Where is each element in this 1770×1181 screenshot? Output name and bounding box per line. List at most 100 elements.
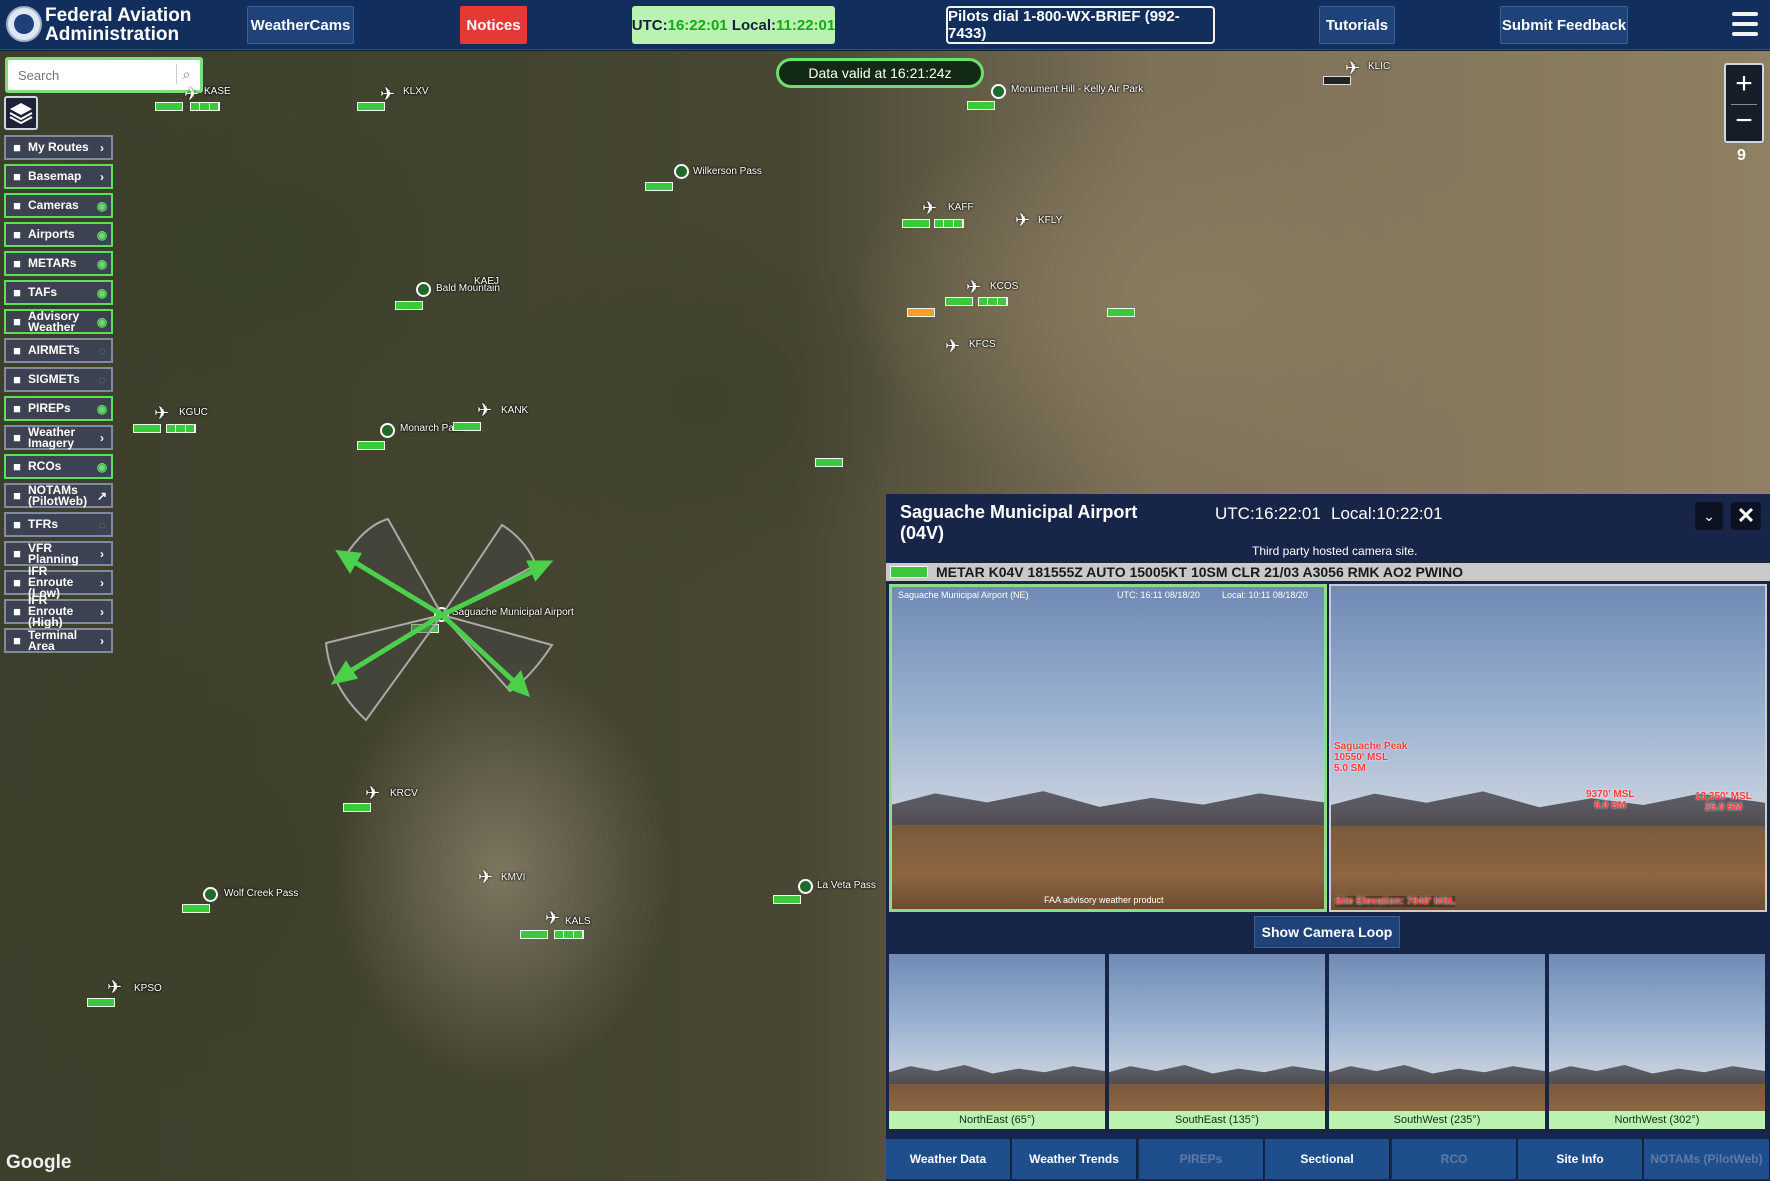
metar-marker[interactable]: [453, 422, 481, 431]
sidebar-item-airmets[interactable]: ■ AIRMETs ◌: [4, 338, 113, 363]
weathercams-button[interactable]: WeatherCams: [247, 6, 354, 44]
search-input[interactable]: [5, 57, 203, 93]
metar-marker[interactable]: [357, 441, 385, 450]
camera-circle-icon[interactable]: [674, 164, 689, 179]
submit-feedback-button[interactable]: Submit Feedback: [1500, 6, 1628, 44]
taf-marker[interactable]: [978, 297, 1008, 306]
metar-marker[interactable]: [902, 219, 930, 228]
sidebar-item-toggle-icon[interactable]: ◌: [93, 344, 111, 358]
sidebar-item-pireps[interactable]: ■ PIREPs ◉: [4, 396, 113, 421]
sidebar-item-tafs[interactable]: ■ TAFs ◉: [4, 280, 113, 305]
camera-thumbnail[interactable]: NorthWest (302°): [1549, 954, 1765, 1129]
metar-marker[interactable]: [87, 998, 115, 1007]
close-icon[interactable]: ✕: [1731, 502, 1761, 530]
hamburger-menu-icon[interactable]: [1732, 10, 1758, 38]
airplane-icon[interactable]: ✈: [966, 277, 981, 298]
camera-thumbnail[interactable]: SouthEast (135°): [1109, 954, 1325, 1129]
taf-marker[interactable]: [554, 930, 584, 939]
sidebar-item-sigmets[interactable]: ■ SIGMETs ◌: [4, 367, 113, 392]
metar-marker[interactable]: [357, 102, 385, 111]
airplane-icon[interactable]: ✈: [365, 783, 380, 804]
camera-thumbnail[interactable]: NorthEast (65°): [889, 954, 1105, 1129]
metar-marker[interactable]: [773, 895, 801, 904]
metar-marker[interactable]: [1107, 308, 1135, 317]
zoom-in-button[interactable]: +: [1726, 66, 1762, 102]
notices-button[interactable]: Notices: [460, 6, 527, 44]
metar-marker[interactable]: [645, 182, 673, 191]
tutorials-button[interactable]: Tutorials: [1319, 6, 1395, 44]
metar-marker[interactable]: [133, 424, 161, 433]
metar-marker[interactable]: [945, 297, 973, 306]
phone-banner[interactable]: Pilots dial 1-800-WX-BRIEF (992-7433): [946, 6, 1215, 44]
sidebar-item-cameras[interactable]: ■ Cameras ◉: [4, 193, 113, 218]
sidebar-item-toggle-icon[interactable]: ›: [93, 634, 111, 648]
airplane-icon[interactable]: ✈: [154, 403, 169, 424]
airplane-icon[interactable]: ✈: [945, 336, 960, 357]
zoom-out-button[interactable]: −: [1726, 105, 1762, 141]
metar-marker[interactable]: [967, 101, 995, 110]
sidebar-item-toggle-icon[interactable]: ◌: [93, 373, 111, 387]
sidebar-item-toggle-icon[interactable]: ›: [93, 170, 111, 184]
camera-circle-icon[interactable]: [380, 423, 395, 438]
taf-marker[interactable]: [190, 102, 220, 111]
sidebar-item-toggle-icon[interactable]: ›: [93, 605, 111, 619]
sidebar-item-toggle-icon[interactable]: ↗: [93, 489, 111, 503]
sidebar-item-basemap[interactable]: ■ Basemap ›: [4, 164, 113, 189]
sidebar-item-toggle-icon[interactable]: ◉: [93, 402, 111, 416]
sidebar-item-toggle-icon[interactable]: ›: [93, 547, 111, 561]
airplane-icon[interactable]: ✈: [1015, 210, 1030, 231]
sidebar-item-tfrs[interactable]: ■ TFRs ◌: [4, 512, 113, 537]
tab-site-info[interactable]: Site Info: [1518, 1139, 1643, 1179]
metar-marker[interactable]: [520, 930, 548, 939]
sidebar-item-my-routes[interactable]: ■ My Routes ›: [4, 135, 113, 160]
airplane-icon[interactable]: ✈: [922, 198, 937, 219]
layers-icon[interactable]: [4, 96, 38, 130]
sidebar-item-toggle-icon[interactable]: ◉: [93, 315, 111, 329]
airplane-icon[interactable]: ✈: [477, 400, 492, 421]
sidebar-item-terminal-area[interactable]: ■ Terminal Area ›: [4, 628, 113, 653]
camera-thumbnail[interactable]: SouthWest (235°): [1329, 954, 1545, 1129]
sidebar-item-notams-pilotweb[interactable]: ■ NOTAMs (PilotWeb) ↗: [4, 483, 113, 508]
sidebar-item-toggle-icon[interactable]: ◌: [93, 518, 111, 532]
airplane-icon[interactable]: ✈: [545, 908, 560, 929]
sidebar-item-toggle-icon[interactable]: ›: [93, 141, 111, 155]
sidebar-item-vfr-planning[interactable]: ■ VFR Planning ›: [4, 541, 113, 566]
camera-circle-icon[interactable]: [798, 879, 813, 894]
chevron-down-icon[interactable]: ⌄: [1695, 502, 1723, 530]
metar-marker[interactable]: [155, 102, 183, 111]
metar-marker[interactable]: [395, 301, 423, 310]
sidebar-item-metars[interactable]: ■ METARs ◉: [4, 251, 113, 276]
taf-marker[interactable]: [934, 219, 964, 228]
current-camera-image[interactable]: Saguache Municipal Airport (NE) UTC: 16:…: [889, 584, 1327, 912]
metar-marker[interactable]: [815, 458, 843, 467]
taf-marker[interactable]: [166, 424, 196, 433]
reference-image[interactable]: Saguache Peak 10550' MSL 5.0 SM 9370' MSL 6…: [1329, 584, 1767, 912]
tab-weather-data[interactable]: Weather Data: [886, 1139, 1011, 1179]
sidebar-item-toggle-icon[interactable]: ◉: [93, 286, 111, 300]
metar-marker[interactable]: [182, 904, 210, 913]
tab-sectional[interactable]: Sectional: [1265, 1139, 1390, 1179]
camera-circle-icon[interactable]: [416, 282, 431, 297]
tab-weather-trends[interactable]: Weather Trends: [1012, 1139, 1137, 1179]
faa-brand[interactable]: Federal Aviation Administration: [45, 6, 191, 44]
sidebar-item-rcos[interactable]: ■ RCOs ◉: [4, 454, 113, 479]
sidebar-item-toggle-icon[interactable]: ◉: [93, 460, 111, 474]
metar-marker-orange[interactable]: [907, 308, 935, 317]
sidebar-item-ifr-enroute-low[interactable]: ■ IFR Enroute (Low) ›: [4, 565, 113, 599]
metar-marker-missing[interactable]: [1323, 76, 1351, 85]
sidebar-item-ifr-enroute-high[interactable]: ■ IFR Enroute (High) ›: [4, 594, 113, 628]
airplane-icon[interactable]: ✈: [478, 867, 493, 888]
sidebar-item-toggle-icon[interactable]: ◉: [93, 199, 111, 213]
faa-seal-logo[interactable]: [6, 6, 42, 42]
airplane-icon[interactable]: ✈: [107, 977, 122, 998]
sidebar-item-toggle-icon[interactable]: ◉: [93, 257, 111, 271]
metar-marker[interactable]: [343, 803, 371, 812]
sidebar-item-advisory-weather[interactable]: ■ Advisory Weather ◉: [4, 309, 113, 334]
show-camera-loop-button[interactable]: Show Camera Loop: [1254, 916, 1400, 948]
sidebar-item-weather-imagery[interactable]: ■ Weather Imagery ›: [4, 425, 113, 450]
search-icon[interactable]: ⌕: [176, 64, 196, 84]
sidebar-item-toggle-icon[interactable]: ›: [93, 576, 111, 590]
sidebar-item-toggle-icon[interactable]: ◉: [93, 228, 111, 242]
camera-circle-icon[interactable]: [991, 84, 1006, 99]
sidebar-item-toggle-icon[interactable]: ›: [93, 431, 111, 445]
